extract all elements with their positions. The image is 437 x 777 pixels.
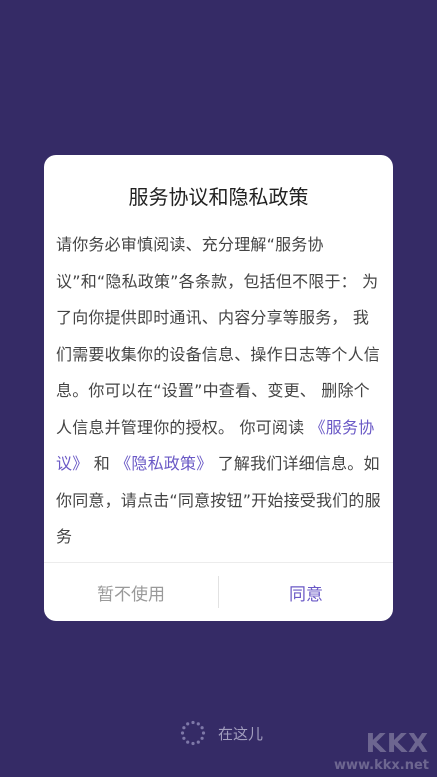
- body-text-intro: 请你务必审慎阅读、充分理解“服务协议”和“隐私政策”各条款，包括但不限于： 为了…: [56, 235, 381, 437]
- body-text-and: 和: [93, 454, 110, 473]
- privacy-policy-link[interactable]: 《隐私政策》: [115, 454, 212, 473]
- dialog-body: 请你务必审慎阅读、充分理解“服务协议”和“隐私政策”各条款，包括但不限于： 为了…: [56, 227, 381, 556]
- footer: 在这儿: [180, 720, 263, 746]
- watermark-logo: KKX www.kkx.net: [334, 730, 429, 773]
- privacy-dialog: 服务协议和隐私政策 请你务必审慎阅读、充分理解“服务协议”和“隐私政策”各条款，…: [44, 155, 393, 621]
- spinner-icon: [180, 720, 206, 746]
- watermark-url: www.kkx.net: [333, 757, 429, 773]
- dialog-title: 服务协议和隐私政策: [128, 185, 309, 209]
- watermark-logo-text: KKX: [365, 729, 429, 760]
- footer-text: 在这儿: [218, 724, 264, 743]
- decline-button[interactable]: 暂不使用: [44, 563, 218, 621]
- agree-button[interactable]: 同意: [219, 563, 393, 621]
